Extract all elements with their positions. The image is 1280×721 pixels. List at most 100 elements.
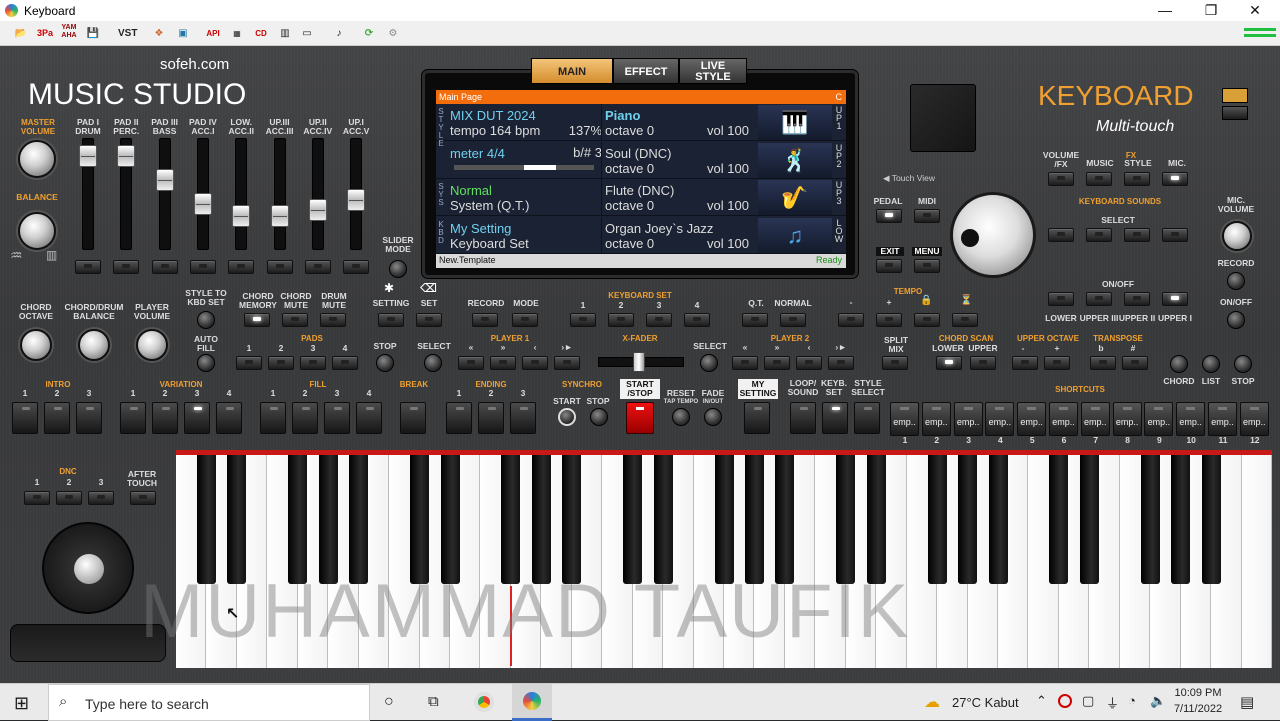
slider-track-7[interactable] xyxy=(308,138,327,250)
player2-transport-button-4[interactable] xyxy=(828,356,854,370)
shortcut-button-10[interactable]: emp.. xyxy=(1176,402,1206,436)
chord-drum-balance-knob[interactable] xyxy=(78,329,110,361)
black-key[interactable] xyxy=(653,450,673,584)
octave-plus-button[interactable] xyxy=(1044,356,1070,370)
cortana-icon[interactable]: ○ xyxy=(384,693,394,711)
keyb-set-button[interactable] xyxy=(822,402,848,434)
volume-icon[interactable]: 🔈 xyxy=(1150,693,1166,709)
list-knob[interactable] xyxy=(1202,355,1220,373)
chord-scan-lower-button[interactable] xyxy=(936,356,962,370)
keyboard-set-button-4[interactable] xyxy=(684,313,710,327)
player1-transport-button-1[interactable] xyxy=(458,356,484,370)
black-key[interactable] xyxy=(958,450,978,584)
intro-button-1[interactable] xyxy=(12,402,38,434)
slider-track-2[interactable] xyxy=(117,138,136,250)
player-volume-knob[interactable] xyxy=(136,329,168,361)
slider-track-1[interactable] xyxy=(79,138,97,250)
slider-cap-1[interactable] xyxy=(79,145,97,167)
fade-knob[interactable] xyxy=(704,408,722,426)
data-dial[interactable] xyxy=(950,192,1036,278)
mic-fx-button[interactable] xyxy=(1162,172,1188,186)
restore-button[interactable]: ❐ xyxy=(1188,0,1234,21)
setting-button[interactable] xyxy=(378,313,404,327)
pad-button-3[interactable] xyxy=(300,356,326,370)
normal-button[interactable] xyxy=(780,313,806,327)
tempo-lock-button[interactable] xyxy=(914,313,940,327)
black-key[interactable] xyxy=(196,450,216,584)
player1-select-knob[interactable] xyxy=(424,354,442,372)
camera-icon[interactable] xyxy=(1222,88,1248,103)
black-key[interactable] xyxy=(349,450,369,584)
open-icon[interactable]: 📂 xyxy=(12,24,30,43)
black-key[interactable] xyxy=(1049,450,1069,584)
intro-button-2[interactable] xyxy=(44,402,70,434)
keyboard-sound-onoff-4[interactable] xyxy=(1162,292,1188,306)
black-key[interactable] xyxy=(927,450,947,584)
slider-cap-4[interactable] xyxy=(193,193,212,215)
mixer-icon[interactable]: ❖ xyxy=(150,24,168,43)
exit-button[interactable] xyxy=(876,259,902,273)
chord-mute-button[interactable] xyxy=(282,313,308,327)
slider-mute-button-1[interactable] xyxy=(75,260,101,274)
slider-cap-2[interactable] xyxy=(117,145,136,167)
balance-knob[interactable] xyxy=(18,212,56,250)
slider-cap-5[interactable] xyxy=(232,205,251,227)
keyboard-sound-select-1[interactable] xyxy=(1048,228,1074,242)
keyboard-sound-select-4[interactable] xyxy=(1162,228,1188,242)
pad-button-4[interactable] xyxy=(332,356,358,370)
keyboard-sound-onoff-1[interactable] xyxy=(1048,292,1074,306)
keyboard-set-button-2[interactable] xyxy=(608,313,634,327)
stop-knob[interactable] xyxy=(1234,355,1252,373)
black-key[interactable] xyxy=(501,450,521,584)
ending-button-3[interactable] xyxy=(510,402,536,434)
record-button[interactable] xyxy=(472,313,498,327)
window-icon[interactable]: ▣ xyxy=(174,24,192,43)
shortcut-button-6[interactable]: emp.. xyxy=(1049,402,1078,436)
slider-track-6[interactable] xyxy=(270,138,289,250)
black-key[interactable] xyxy=(318,450,338,584)
slider-mute-button-3[interactable] xyxy=(151,260,178,274)
start-stop-button[interactable] xyxy=(626,402,654,434)
black-key[interactable] xyxy=(836,450,856,584)
keyboard-sound-onoff-3[interactable] xyxy=(1124,292,1150,306)
keyboard-sound-select-2[interactable] xyxy=(1086,228,1112,242)
intro-button-3[interactable] xyxy=(76,402,102,434)
my-setting-button[interactable] xyxy=(744,402,770,434)
layout-icon[interactable]: ▥ xyxy=(276,24,294,43)
slider-mute-button-6[interactable] xyxy=(266,260,293,274)
menu-button[interactable] xyxy=(914,259,940,273)
shortcut-button-5[interactable]: emp.. xyxy=(1017,402,1047,436)
synchro-start-knob[interactable] xyxy=(558,408,576,426)
slider-track-5[interactable] xyxy=(232,138,251,250)
midi-button[interactable]: ▦ xyxy=(228,24,246,43)
clock-date[interactable]: 7/11/2022 xyxy=(1172,703,1224,715)
cd-button[interactable]: CD xyxy=(252,24,270,43)
black-key[interactable] xyxy=(1079,450,1099,584)
slider-mute-button-4[interactable] xyxy=(189,260,216,274)
black-key[interactable] xyxy=(866,450,886,584)
variation-button-3[interactable] xyxy=(184,402,210,434)
slider-cap-7[interactable] xyxy=(308,199,327,221)
variation-button-1[interactable] xyxy=(120,402,146,434)
master-volume-knob[interactable] xyxy=(18,140,56,178)
joystick-pad[interactable] xyxy=(42,522,134,614)
white-key[interactable] xyxy=(1241,450,1272,668)
slider-mute-button-2[interactable] xyxy=(113,260,140,274)
tempo-minus-button[interactable] xyxy=(838,313,864,327)
drum-mute-button[interactable] xyxy=(320,313,346,327)
fill-button-4[interactable] xyxy=(356,402,382,434)
fill-button-2[interactable] xyxy=(292,402,318,434)
fill-button-3[interactable] xyxy=(324,402,350,434)
black-key[interactable] xyxy=(1201,450,1221,584)
variation-button-2[interactable] xyxy=(152,402,178,434)
black-key[interactable] xyxy=(744,450,764,584)
black-key[interactable] xyxy=(714,450,734,584)
slider-mute-button-7[interactable] xyxy=(304,260,331,274)
slider-mode-knob[interactable] xyxy=(389,260,407,278)
chord-scan-upper-button[interactable] xyxy=(970,356,996,370)
pad-button-2[interactable] xyxy=(268,356,294,370)
shortcut-button-9[interactable]: emp.. xyxy=(1144,402,1174,436)
keyboard-set-button-1[interactable] xyxy=(570,313,596,327)
black-key[interactable] xyxy=(623,450,643,584)
player1-transport-button-3[interactable] xyxy=(522,356,548,370)
